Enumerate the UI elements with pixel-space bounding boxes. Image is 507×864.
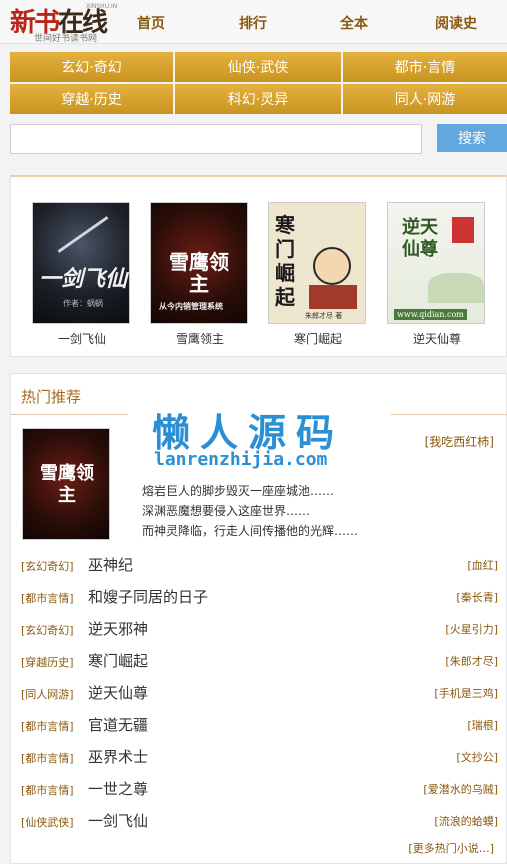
book-name[interactable]: 官道无疆	[88, 714, 148, 735]
book-name[interactable]: 一剑飞仙	[88, 810, 148, 831]
top-book-author[interactable]: [我吃西红柿]	[425, 433, 494, 450]
hot-recommendations: 热门推荐 懒人源码 lanrenzhijia.com 雪鹰领主 [我吃西红柿] …	[10, 373, 507, 864]
list-item[interactable]: [穿越历史] 寒门崛起 [朱郎才尽]	[21, 650, 498, 674]
book-category-tag[interactable]: [玄幻奇幻]	[21, 622, 74, 638]
book-name[interactable]: 巫界术士	[88, 746, 148, 767]
category-tongren[interactable]: 同人·网游	[343, 84, 507, 114]
featured-book[interactable]: 逆天仙尊 www.qidian.com 逆天仙尊	[387, 202, 487, 347]
book-title[interactable]: 寒门崛起	[268, 330, 368, 347]
top-book-cover[interactable]: 雪鹰领主	[22, 428, 110, 540]
list-item[interactable]: [都市言情] 官道无疆 [瑞根]	[21, 714, 498, 738]
logo-domain: XINSHU.IN	[86, 3, 118, 10]
book-title[interactable]: 逆天仙尊	[387, 330, 487, 347]
category-dushi[interactable]: 都市·言情	[343, 52, 507, 82]
section-title: 热门推荐	[21, 388, 82, 406]
book-author[interactable]: [流浪的蛤蟆]	[434, 813, 498, 829]
book-author[interactable]: [手机是三鸡]	[434, 685, 498, 701]
book-category-tag[interactable]: [同人网游]	[21, 686, 74, 702]
list-item[interactable]: [玄幻奇幻] 逆天邪神 [火星引力]	[21, 618, 498, 642]
book-author[interactable]: [朱郎才尽]	[445, 653, 498, 669]
book-author[interactable]: [瑞根]	[467, 717, 498, 733]
nav-history[interactable]: 阅读史	[435, 13, 477, 33]
featured-book[interactable]: 一剑飞仙 作者：蜗蜗 一剑飞仙	[32, 202, 132, 347]
book-cover[interactable]: 逆天仙尊 www.qidian.com	[387, 202, 485, 324]
category-kehuan[interactable]: 科幻·灵异	[175, 84, 341, 114]
nav-home[interactable]: 首页	[137, 13, 165, 33]
featured-books: 一剑飞仙 作者：蜗蜗 一剑飞仙 雪鹰领主 从今内销管理系统 雪鹰领主 寒门崛起 …	[10, 175, 507, 357]
book-author[interactable]: [爱潜水的乌贼]	[423, 781, 498, 797]
nav-ranking[interactable]: 排行	[239, 13, 267, 33]
book-title[interactable]: 一剑飞仙	[32, 330, 132, 347]
book-name[interactable]: 和嫂子同居的日子	[88, 586, 208, 607]
book-author[interactable]: [秦长青]	[456, 589, 498, 605]
divider	[391, 414, 507, 415]
category-grid: 玄幻·奇幻 仙侠·武侠 都市·言情 穿越·历史 科幻·灵异 同人·网游	[10, 52, 507, 114]
book-category-tag[interactable]: [仙侠武侠]	[21, 814, 74, 830]
list-item[interactable]: [都市言情] 巫界术士 [文抄公]	[21, 746, 498, 770]
book-title[interactable]: 雪鹰领主	[150, 330, 250, 347]
category-xianxia[interactable]: 仙侠·武侠	[175, 52, 341, 82]
book-category-tag[interactable]: [都市言情]	[21, 782, 74, 798]
book-author[interactable]: [火星引力]	[445, 621, 498, 637]
category-chuanyue[interactable]: 穿越·历史	[10, 84, 173, 114]
search-button[interactable]: 搜索	[437, 124, 507, 152]
book-cover[interactable]: 雪鹰领主 从今内销管理系统	[150, 202, 248, 324]
book-name[interactable]: 逆天仙尊	[88, 682, 148, 703]
list-item[interactable]: [仙侠武侠] 一剑飞仙 [流浪的蛤蟆]	[21, 810, 498, 834]
book-category-tag[interactable]: [都市言情]	[21, 718, 74, 734]
header: 新书在线 XINSHU.IN 世间好书读书网 首页 排行 全本 阅读史	[0, 0, 507, 44]
book-cover[interactable]: 一剑飞仙 作者：蜗蜗	[32, 202, 130, 324]
watermark-url: lanrenzhijia.com	[154, 449, 328, 470]
category-xuanhuan[interactable]: 玄幻·奇幻	[10, 52, 173, 82]
divider	[11, 414, 128, 415]
book-name[interactable]: 寒门崛起	[88, 650, 148, 671]
logo-slogan: 世间好书读书网	[34, 34, 98, 44]
book-author[interactable]: [文抄公]	[456, 749, 498, 765]
book-category-tag[interactable]: [玄幻奇幻]	[21, 558, 74, 574]
top-book-desc-line: 熔岩巨人的脚步毁灭一座座城池……	[142, 484, 335, 498]
book-category-tag[interactable]: [穿越历史]	[21, 654, 74, 670]
top-book-desc-line: 而神灵降临，行走人间传播他的光辉……	[142, 524, 359, 538]
top-book-desc-line: 深渊恶魔想要侵入这座世界……	[142, 504, 311, 518]
book-name[interactable]: 一世之尊	[88, 778, 148, 799]
site-logo[interactable]: 新书在线 XINSHU.IN 世间好书读书网	[8, 2, 120, 44]
nav-complete[interactable]: 全本	[340, 13, 368, 33]
list-item[interactable]: [都市言情] 一世之尊 [爱潜水的乌贼]	[21, 778, 498, 802]
book-name[interactable]: 巫神纪	[88, 554, 133, 575]
search-input[interactable]	[10, 124, 422, 154]
list-item[interactable]: [同人网游] 逆天仙尊 [手机是三鸡]	[21, 682, 498, 706]
book-category-tag[interactable]: [都市言情]	[21, 750, 74, 766]
list-item[interactable]: [都市言情] 和嫂子同居的日子 [秦长青]	[21, 586, 498, 610]
book-cover[interactable]: 寒门崛起 朱郎才尽 著	[268, 202, 366, 324]
featured-book[interactable]: 寒门崛起 朱郎才尽 著 寒门崛起	[268, 202, 368, 347]
book-name[interactable]: 逆天邪神	[88, 618, 148, 639]
list-item[interactable]: [玄幻奇幻] 巫神纪 [血红]	[21, 554, 498, 578]
book-author[interactable]: [血红]	[467, 557, 498, 573]
more-hot-link[interactable]: [更多热门小说…]	[408, 840, 494, 856]
featured-book[interactable]: 雪鹰领主 从今内销管理系统 雪鹰领主	[150, 202, 250, 347]
book-category-tag[interactable]: [都市言情]	[21, 590, 74, 606]
